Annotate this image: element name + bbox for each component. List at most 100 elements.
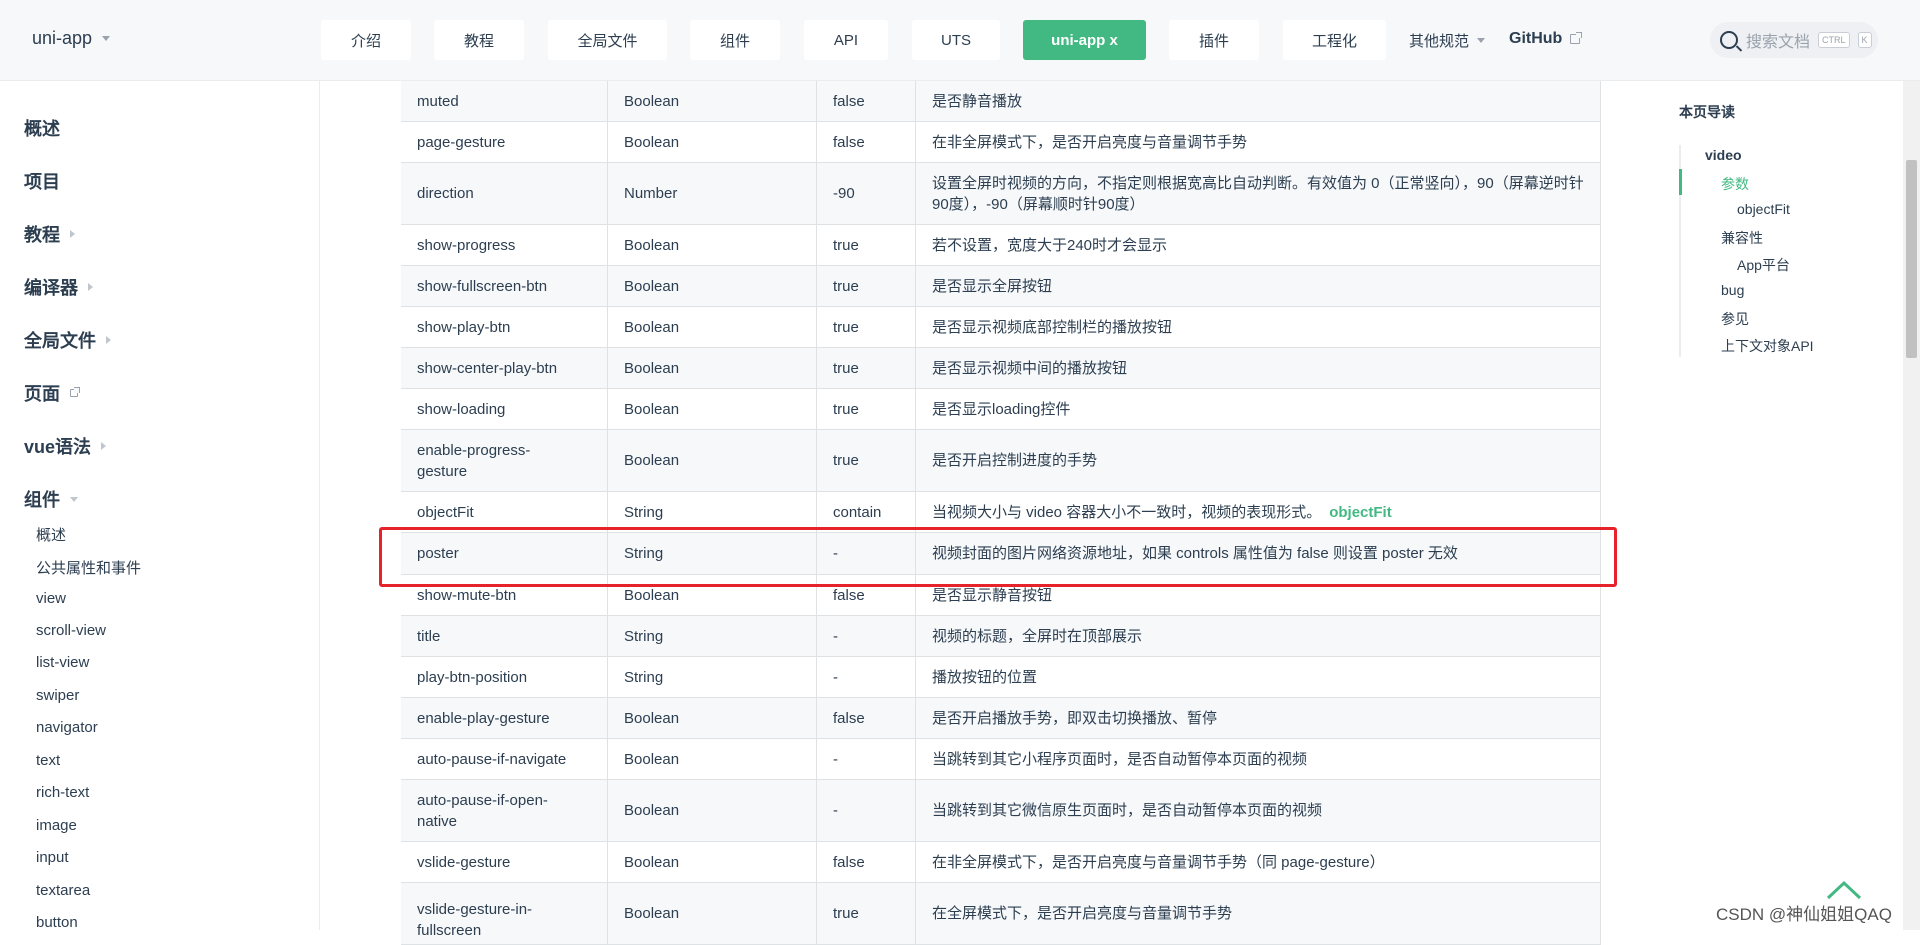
prop-name: show-loading — [401, 389, 608, 429]
prop-desc: 是否显示视频底部控制栏的播放按钮 — [916, 307, 1601, 347]
sidebar-item-input[interactable]: input — [36, 849, 69, 866]
sidebar-section-overview[interactable]: 概述 — [24, 115, 60, 141]
toc-item-context-api[interactable]: 上下文对象API — [1721, 336, 1814, 356]
prop-desc: 当跳转到其它小程序页面时，是否自动暂停本页面的视频 — [916, 739, 1601, 779]
prop-name: objectFit — [401, 492, 608, 532]
prop-desc: 设置全屏时视频的方向，不指定则根据宽高比自动判断。有效值为 0（正常竖向），90… — [916, 163, 1601, 224]
search-box[interactable]: 搜索文档 CTRL K — [1710, 22, 1878, 58]
sidebar-item-overview[interactable]: 概述 — [36, 524, 66, 545]
prop-desc: 当视频大小与 video 容器大小不一致时，视频的表现形式。 — [932, 503, 1322, 521]
nav-api[interactable]: API — [804, 20, 888, 60]
sidebar-item-view[interactable]: view — [36, 590, 66, 607]
objectfit-link[interactable]: objectFit — [1329, 502, 1392, 523]
prop-default: true — [817, 883, 916, 944]
sidebar-item-rich-text[interactable]: rich-text — [36, 784, 89, 801]
sidebar-section-label: 组件 — [24, 490, 60, 510]
table-row: show-loading Boolean true 是否显示loading控件 — [401, 389, 1601, 430]
toc-item-params[interactable]: 参数 — [1721, 174, 1749, 194]
sidebar-item-image[interactable]: image — [36, 817, 77, 834]
nav-tutorial[interactable]: 教程 — [434, 20, 524, 60]
prop-default: false — [817, 81, 916, 121]
sidebar-section-tutorial[interactable]: 教程 — [24, 221, 75, 247]
watermark: CSDN @神仙姐姐QAQ — [1716, 905, 1892, 924]
sidebar-item-textarea[interactable]: textarea — [36, 882, 90, 899]
prop-default: true — [817, 430, 916, 491]
prop-type: Boolean — [608, 883, 817, 944]
nav-github[interactable]: GitHub — [1509, 30, 1583, 48]
top-navbar: uni-app 介绍 教程 全局文件 组件 API UTS uni-app x … — [0, 0, 1920, 81]
prop-name: show-fullscreen-btn — [401, 266, 608, 306]
prop-desc: 是否开启播放手势，即双击切换播放、暂停 — [916, 698, 1601, 738]
back-to-top-icon[interactable] — [1826, 880, 1862, 900]
prop-default: -90 — [817, 163, 916, 224]
sidebar-section-components[interactable]: 组件 — [24, 486, 78, 512]
prop-type: Boolean — [608, 780, 817, 841]
sidebar-section-vue[interactable]: vue语法 — [24, 433, 107, 459]
sidebar-item-text[interactable]: text — [36, 752, 60, 769]
toc-item-compat[interactable]: 兼容性 — [1721, 228, 1763, 248]
toc-item-see-also[interactable]: 参见 — [1721, 309, 1749, 329]
toc-item-video[interactable]: video — [1705, 147, 1742, 163]
prop-name: page-gesture — [401, 122, 608, 162]
prop-default: true — [817, 389, 916, 429]
toc-item-bug[interactable]: bug — [1721, 282, 1744, 298]
prop-type: Boolean — [608, 430, 817, 491]
sidebar-item-common-props[interactable]: 公共属性和事件 — [36, 557, 141, 578]
prop-name: show-play-btn — [401, 307, 608, 347]
sidebar-section-compiler[interactable]: 编译器 — [24, 274, 93, 300]
sidebar-section-pages[interactable]: 页面 — [24, 380, 80, 406]
prop-default: - — [817, 616, 916, 656]
prop-name: play-btn-position — [401, 657, 608, 697]
toc-title: 本页导读 — [1679, 104, 1735, 120]
nav-plugins[interactable]: 插件 — [1169, 20, 1259, 60]
toc-item-app-platform[interactable]: App平台 — [1737, 255, 1790, 275]
table-row: show-progress Boolean true 若不设置，宽度大于240时… — [401, 225, 1601, 266]
brand-selector[interactable]: uni-app — [32, 28, 111, 49]
toc-item-objectfit[interactable]: objectFit — [1737, 201, 1790, 217]
nav-uni-app-x[interactable]: uni-app x — [1023, 20, 1146, 60]
kbd-k: K — [1857, 32, 1872, 48]
nav-components[interactable]: 组件 — [690, 20, 780, 60]
chevron-down-icon — [1477, 38, 1486, 43]
external-link-icon — [70, 387, 80, 397]
table-row: title String - 视频的标题，全屏时在顶部展示 — [401, 616, 1601, 657]
sidebar: 概述 项目 教程 编译器 全局文件 页面 vue语法 组件 概述 公共属性和事件… — [0, 81, 320, 931]
prop-desc: 在全屏模式下，是否开启亮度与音量调节手势 — [916, 883, 1601, 944]
table-row: auto-pause-if-open-native Boolean - 当跳转到… — [401, 780, 1601, 842]
sidebar-section-project[interactable]: 项目 — [24, 168, 60, 194]
prop-default: - — [817, 780, 916, 841]
chevron-right-icon — [101, 442, 107, 450]
prop-name: auto-pause-if-open-native — [401, 780, 608, 841]
prop-desc: 视频的标题，全屏时在顶部展示 — [916, 616, 1601, 656]
prop-default: contain — [817, 492, 916, 532]
prop-desc-cell: 当视频大小与 video 容器大小不一致时，视频的表现形式。 objectFit — [916, 492, 1601, 532]
search-icon — [1720, 31, 1738, 49]
sidebar-section-global-files[interactable]: 全局文件 — [24, 327, 111, 353]
sidebar-item-swiper[interactable]: swiper — [36, 687, 79, 704]
prop-type: Boolean — [608, 81, 817, 121]
prop-desc: 在非全屏模式下，是否开启亮度与音量调节手势（同 page-gesture） — [916, 842, 1601, 882]
highlight-box — [379, 527, 1617, 587]
prop-type: String — [608, 657, 817, 697]
prop-default: true — [817, 348, 916, 388]
kbd-ctrl: CTRL — [1818, 32, 1850, 48]
prop-desc: 当跳转到其它微信原生页面时，是否自动暂停本页面的视频 — [916, 780, 1601, 841]
sidebar-section-label: 页面 — [24, 384, 60, 404]
sidebar-item-navigator[interactable]: navigator — [36, 719, 98, 736]
nav-global-files[interactable]: 全局文件 — [548, 20, 667, 60]
table-row: page-gesture Boolean false 在非全屏模式下，是否开启亮… — [401, 122, 1601, 163]
table-row: play-btn-position String - 播放按钮的位置 — [401, 657, 1601, 698]
sidebar-item-scroll-view[interactable]: scroll-view — [36, 622, 106, 639]
prop-default: - — [817, 657, 916, 697]
nav-uts[interactable]: UTS — [912, 20, 1000, 60]
nav-intro[interactable]: 介绍 — [321, 20, 411, 60]
scrollbar-thumb[interactable] — [1906, 160, 1917, 358]
nav-engineering[interactable]: 工程化 — [1283, 20, 1386, 60]
nav-other-specs[interactable]: 其他规范 — [1409, 30, 1486, 51]
sidebar-item-list-view[interactable]: list-view — [36, 654, 89, 671]
sidebar-item-button[interactable]: button — [36, 914, 78, 931]
chevron-down-icon — [70, 496, 78, 502]
chevron-right-icon — [106, 336, 111, 344]
sidebar-section-label: 教程 — [24, 225, 60, 245]
prop-name: direction — [401, 163, 608, 224]
